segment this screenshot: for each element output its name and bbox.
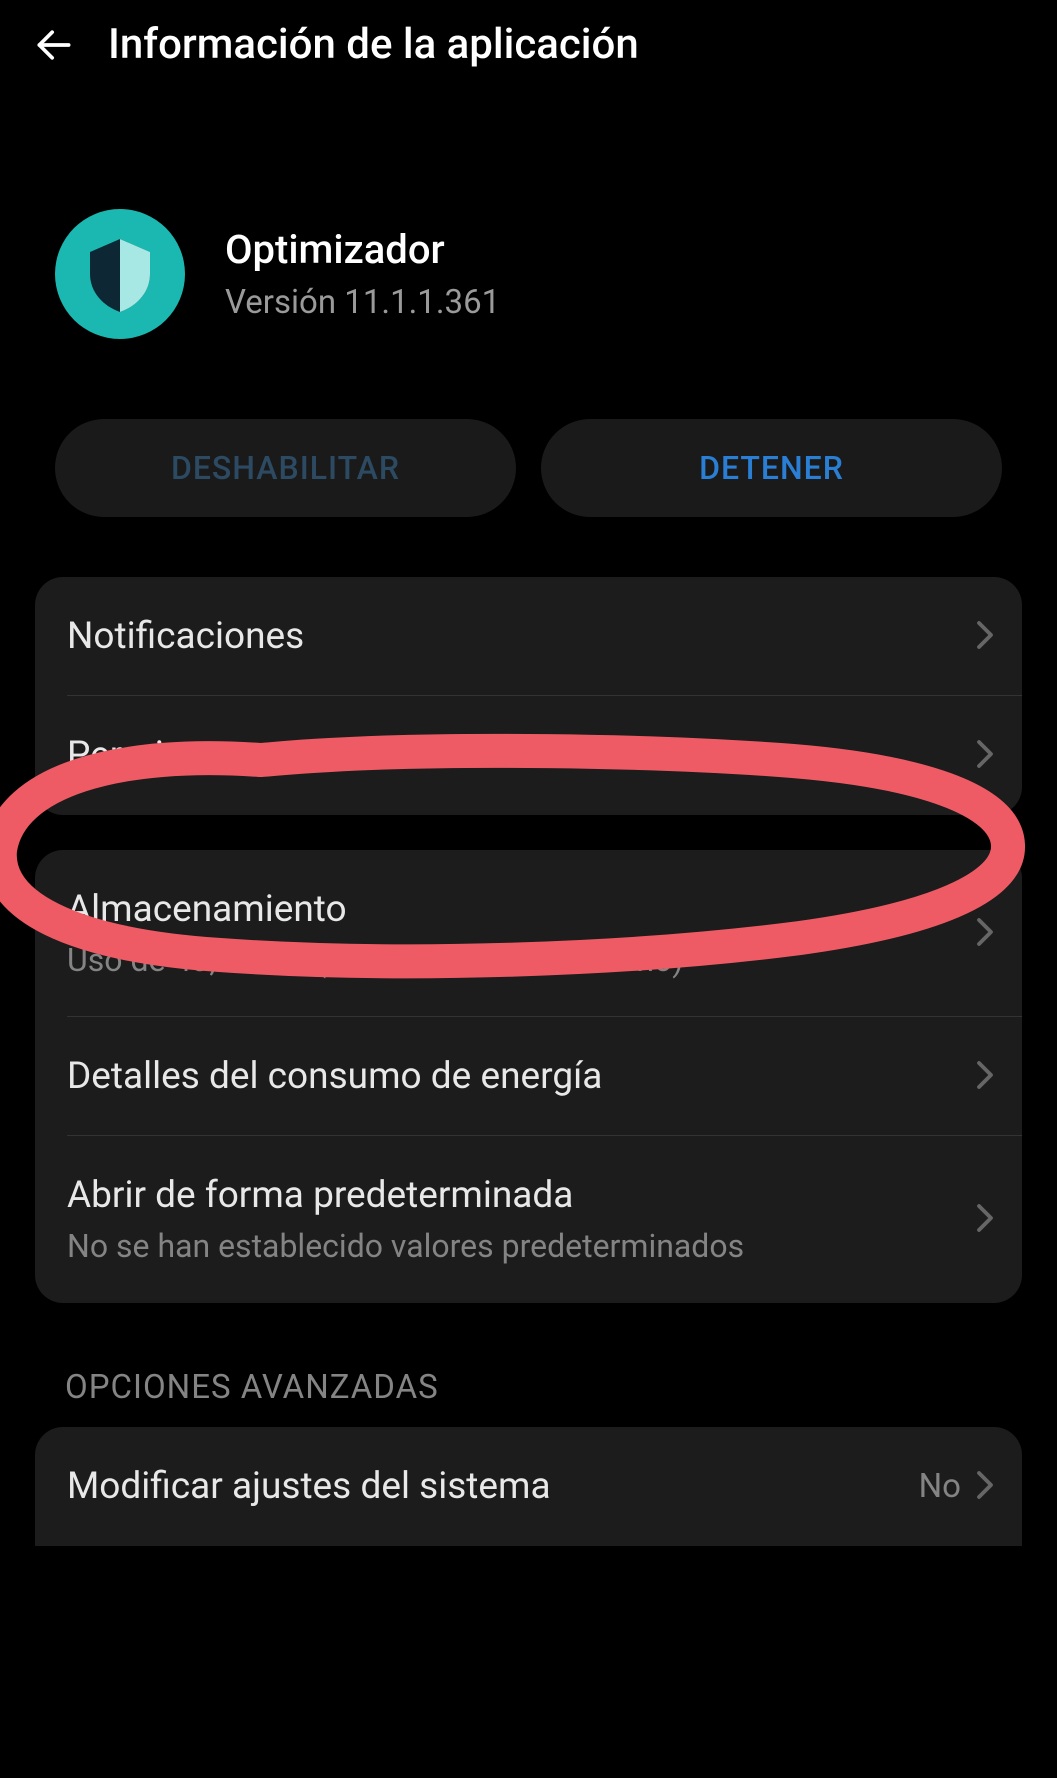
chevron-right-icon xyxy=(976,620,994,654)
item-title: Permisos xyxy=(67,734,976,777)
item-title: Abrir de forma predeterminada xyxy=(67,1174,976,1217)
item-title: Modificar ajustes del sistema xyxy=(67,1465,919,1508)
item-value: No xyxy=(919,1467,961,1506)
chevron-right-icon xyxy=(976,1203,994,1237)
storage-item[interactable]: Almacenamiento Uso de 43,79 MB (almacena… xyxy=(35,850,1022,1017)
back-icon[interactable] xyxy=(30,21,78,69)
app-info-section: Optimizador Versión 11.1.1.361 xyxy=(0,89,1057,419)
chevron-right-icon xyxy=(976,1470,994,1504)
energy-item[interactable]: Detalles del consumo de energía xyxy=(35,1017,1022,1136)
app-version: Versión 11.1.1.361 xyxy=(225,283,500,322)
item-title: Notificaciones xyxy=(67,615,976,658)
chevron-right-icon xyxy=(976,917,994,951)
card-group-2: Almacenamiento Uso de 43,79 MB (almacena… xyxy=(35,850,1022,1303)
item-title: Almacenamiento xyxy=(67,888,976,931)
card-group-1: Notificaciones Permisos xyxy=(35,577,1022,815)
app-name: Optimizador xyxy=(225,226,500,273)
chevron-right-icon xyxy=(976,739,994,773)
item-subtitle: No se han establecido valores predetermi… xyxy=(67,1227,976,1265)
app-text-block: Optimizador Versión 11.1.1.361 xyxy=(225,226,500,322)
stop-button[interactable]: DETENER xyxy=(541,419,1002,517)
chevron-right-icon xyxy=(976,1060,994,1094)
button-row: DESHABILITAR DETENER xyxy=(0,419,1057,577)
app-icon xyxy=(55,209,185,339)
item-subtitle: Uso de 43,79 MB (almacenamiento interno) xyxy=(67,941,976,979)
modify-system-item[interactable]: Modificar ajustes del sistema No xyxy=(35,1427,1022,1546)
notifications-item[interactable]: Notificaciones xyxy=(35,577,1022,696)
page-title: Información de la aplicación xyxy=(108,20,639,69)
disable-button[interactable]: DESHABILITAR xyxy=(55,419,516,517)
header: Información de la aplicación xyxy=(0,0,1057,89)
item-title: Detalles del consumo de energía xyxy=(67,1055,976,1098)
card-advanced: Modificar ajustes del sistema No xyxy=(35,1427,1022,1546)
default-open-item[interactable]: Abrir de forma predeterminada No se han … xyxy=(35,1136,1022,1303)
advanced-header: OPCIONES AVANZADAS xyxy=(0,1338,1057,1427)
permissions-item[interactable]: Permisos xyxy=(35,696,1022,815)
